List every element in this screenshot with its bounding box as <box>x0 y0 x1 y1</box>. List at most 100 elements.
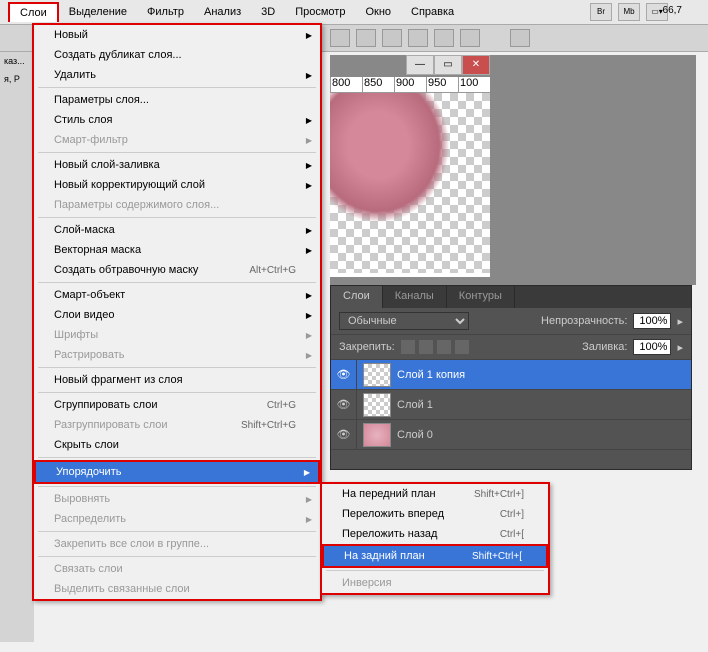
document-area: — ▭ ✕ 800 850 900 950 100 <box>330 55 696 285</box>
blend-mode-select[interactable]: Обычные <box>339 312 469 330</box>
left-dock: каз... я, P <box>0 52 34 642</box>
menu-item[interactable]: Стиль слоя▶ <box>34 110 320 130</box>
lock-transparency-icon[interactable] <box>401 340 415 354</box>
submenu-arrow-icon: ▶ <box>306 116 312 125</box>
menu-item[interactable]: Новый фрагмент из слоя <box>34 370 320 390</box>
submenu-item[interactable]: На передний планShift+Ctrl+] <box>322 484 548 504</box>
chevron-down-icon[interactable]: ▸ <box>677 341 683 354</box>
layer-row[interactable]: 👁 Слой 1 копия <box>331 360 691 390</box>
menu-item[interactable]: Сгруппировать слоиCtrl+G <box>34 395 320 415</box>
dock-tab[interactable]: я, P <box>0 70 34 88</box>
menu-item-label: Скрыть слои <box>54 439 296 451</box>
submenu-shortcut: Ctrl+] <box>500 509 524 520</box>
submenu-arrow-icon: ▶ <box>306 351 312 360</box>
layer-thumbnail[interactable] <box>363 363 391 387</box>
submenu-item[interactable]: На задний планShift+Ctrl+[ <box>322 544 548 568</box>
menu-item-label: Упорядочить <box>56 466 294 478</box>
menu-item: Смарт-фильтр ▶ <box>34 130 320 150</box>
menu-item[interactable]: Параметры слоя... <box>34 90 320 110</box>
layer-name[interactable]: Слой 1 копия <box>397 369 691 381</box>
menu-analysis[interactable]: Анализ <box>194 3 251 21</box>
chevron-down-icon[interactable]: ▸ <box>677 315 683 328</box>
menu-view[interactable]: Просмотр <box>285 3 355 21</box>
align-icon[interactable] <box>434 29 454 47</box>
submenu-item[interactable]: Переложить впередCtrl+] <box>322 504 548 524</box>
menu-help[interactable]: Справка <box>401 3 464 21</box>
visibility-icon[interactable]: 👁 <box>331 420 357 449</box>
align-icon[interactable] <box>382 29 402 47</box>
bow-image <box>330 93 450 223</box>
bridge-icon[interactable]: Br <box>590 3 612 21</box>
menu-item[interactable]: Новый слой-заливка▶ <box>34 155 320 175</box>
ruler-horizontal: 800 850 900 950 100 <box>330 77 490 93</box>
tab-layers[interactable]: Слои <box>331 286 383 308</box>
align-icon[interactable] <box>330 29 350 47</box>
menu-item[interactable]: Удалить▶ <box>34 65 320 85</box>
submenu-item[interactable]: Переложить назадCtrl+[ <box>322 524 548 544</box>
ruler-tick: 100 <box>458 77 490 92</box>
fill-value[interactable]: 100% <box>633 339 671 355</box>
layer-name[interactable]: Слой 0 <box>397 429 691 441</box>
maximize-icon[interactable]: ▭ <box>434 55 462 75</box>
minibridge-icon[interactable]: Mb <box>618 3 640 21</box>
layer-thumbnail[interactable] <box>363 393 391 417</box>
lock-position-icon[interactable] <box>437 340 451 354</box>
submenu-arrow-icon: ▶ <box>306 311 312 320</box>
layer-name[interactable]: Слой 1 <box>397 399 691 411</box>
canvas[interactable] <box>330 93 490 273</box>
menu-window[interactable]: Окно <box>355 3 401 21</box>
menu-item[interactable]: Слои видео ▶ <box>34 305 320 325</box>
visibility-icon[interactable]: 👁 <box>331 390 357 419</box>
align-icon[interactable] <box>460 29 480 47</box>
menu-layers[interactable]: Слои <box>8 2 59 22</box>
opacity-value[interactable]: 100% <box>633 313 671 329</box>
menu-item-label: Смарт-фильтр <box>54 134 296 146</box>
visibility-icon[interactable]: 👁 <box>331 360 357 389</box>
menu-item-label: Связать слои <box>54 563 296 575</box>
menu-3d[interactable]: 3D <box>251 3 285 21</box>
layer-row[interactable]: 👁 Слой 0 <box>331 420 691 450</box>
menu-separator <box>38 486 316 487</box>
tab-paths[interactable]: Контуры <box>447 286 515 308</box>
layer-row[interactable]: 👁 Слой 1 <box>331 390 691 420</box>
tab-channels[interactable]: Каналы <box>383 286 447 308</box>
menu-item[interactable]: Слой-маска▶ <box>34 220 320 240</box>
submenu-label: Инверсия <box>342 577 524 589</box>
submenu-arrow-icon: ▶ <box>306 136 312 145</box>
submenu-shortcut: Ctrl+[ <box>500 529 524 540</box>
menu-item-label: Сгруппировать слои <box>54 399 267 411</box>
lock-all-icon[interactable] <box>455 340 469 354</box>
menu-item: Закрепить все слои в группе... <box>34 534 320 554</box>
menu-item[interactable]: Скрыть слои <box>34 435 320 455</box>
menu-item[interactable]: Векторная маска▶ <box>34 240 320 260</box>
menu-item[interactable]: Новый▶ <box>34 25 320 45</box>
dock-tab[interactable]: каз... <box>0 52 34 70</box>
minimize-icon[interactable]: — <box>406 55 434 75</box>
submenu-arrow-icon: ▶ <box>306 495 312 504</box>
align-icon[interactable] <box>356 29 376 47</box>
close-icon[interactable]: ✕ <box>462 55 490 75</box>
lock-pixels-icon[interactable] <box>419 340 433 354</box>
submenu-shortcut: Shift+Ctrl+[ <box>472 551 522 562</box>
menu-separator <box>38 367 316 368</box>
distribute-icon[interactable] <box>510 29 530 47</box>
menu-item: Разгруппировать слоиShift+Ctrl+G <box>34 415 320 435</box>
menu-item-label: Закрепить все слои в группе... <box>54 538 296 550</box>
menu-select[interactable]: Выделение <box>59 3 137 21</box>
menu-item[interactable]: Новый корректирующий слой▶ <box>34 175 320 195</box>
menu-item[interactable]: Упорядочить▶ <box>34 460 320 484</box>
align-icon[interactable] <box>408 29 428 47</box>
menu-item[interactable]: Создать обтравочную маскуAlt+Ctrl+G <box>34 260 320 280</box>
zoom-value[interactable]: 66,7 <box>663 5 682 16</box>
menu-item-label: Удалить <box>54 69 296 81</box>
menu-separator <box>38 152 316 153</box>
menu-item-label: Слои видео <box>54 309 296 321</box>
menu-item-label: Разгруппировать слои <box>54 419 241 431</box>
fill-label: Заливка: <box>582 341 627 353</box>
layer-thumbnail[interactable] <box>363 423 391 447</box>
menu-item: Растрировать▶ <box>34 345 320 365</box>
menu-item[interactable]: Смарт-объект▶ <box>34 285 320 305</box>
menu-filter[interactable]: Фильтр <box>137 3 194 21</box>
menu-item[interactable]: Создать дубликат слоя... <box>34 45 320 65</box>
menu-separator <box>38 556 316 557</box>
